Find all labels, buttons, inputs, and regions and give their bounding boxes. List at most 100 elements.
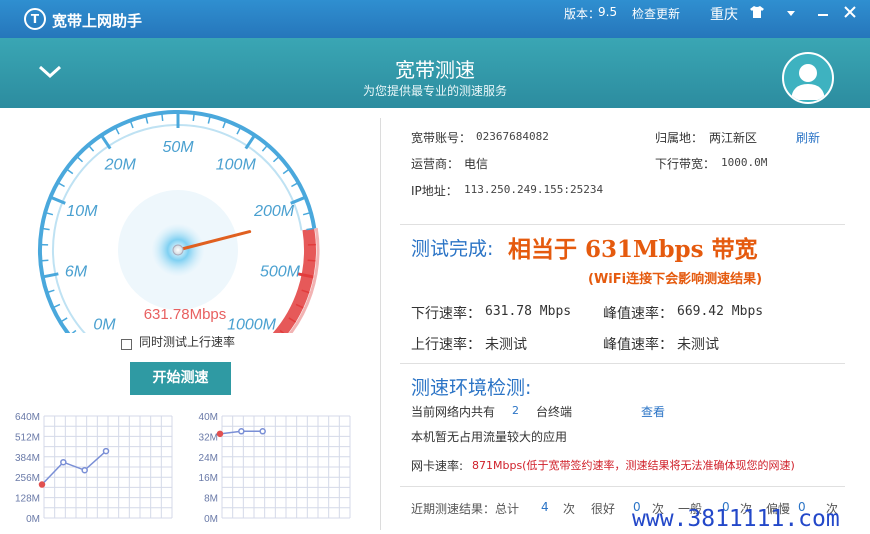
- chart-series-line: [41, 450, 107, 486]
- upload-history-chart: 40M 32M 24M 16M 8M 0M: [199, 412, 351, 525]
- wifi-note: (WiFi连接下会影响测速结果): [588, 272, 763, 287]
- devices-prefix: 当前网络内共有: [411, 405, 496, 419]
- app-title: 宽带上网助手: [52, 12, 143, 30]
- speed-gauge: 0M 6M 10M 20M 50M 100M 200M 500M 1000M 631.78Mbp…: [38, 110, 320, 333]
- city-label: 重庆: [710, 7, 738, 23]
- page-subtitle: 为您提供最专业的测速服务: [362, 84, 507, 98]
- version-label: 版本：: [564, 7, 601, 21]
- panel-divider: [380, 118, 381, 530]
- refresh-link[interactable]: 刷新: [796, 129, 820, 146]
- chart-tick-label: 24M: [199, 453, 218, 464]
- gauge-tick-label: 50M: [162, 139, 194, 156]
- gauge-tick-label: 500M: [260, 263, 301, 280]
- devices-suffix: 台终端: [536, 405, 573, 419]
- recent-label: 近期测速结果：总计: [411, 502, 520, 516]
- section-divider: [400, 486, 845, 487]
- version-value: 9.5: [598, 5, 618, 19]
- downlink-label: 下行带宽：: [655, 157, 716, 171]
- close-icon[interactable]: [839, 4, 861, 26]
- gauge-tick: [161, 112, 164, 121]
- location-label: 归属地：: [655, 131, 704, 145]
- result-summary: 相当于 631Mbps 带宽: [508, 236, 758, 263]
- upload-test-label: 同时测试上行速率: [139, 335, 236, 349]
- gauge-tick-label: 6M: [65, 263, 88, 280]
- chart-point: [60, 458, 67, 466]
- result-heading: 测试完成:: [411, 238, 494, 260]
- watermark: www.3811111.com: [632, 506, 840, 532]
- upload-test-checkbox[interactable]: [121, 339, 132, 350]
- chart-tick-label: 40M: [199, 412, 218, 423]
- recent-unit: 次: [563, 502, 576, 516]
- gauge-tick: [261, 144, 269, 152]
- chart-point: [259, 428, 266, 435]
- downlink-value: 1000.0M: [721, 156, 768, 169]
- up-rate-value: 未测试: [485, 337, 527, 353]
- gauge-tick: [76, 155, 84, 163]
- environment-heading: 测速环境检测:: [411, 377, 532, 399]
- download-history-chart: 640M 512M 384M 256M 128M 0M: [15, 412, 173, 525]
- up-rate-label: 上行速率：: [411, 337, 481, 353]
- chart-tick-label: 256M: [15, 473, 40, 484]
- gauge-tick: [100, 134, 112, 150]
- gauge-tick-label: 0M: [93, 317, 116, 333]
- chart-tick-label: 16M: [199, 473, 218, 484]
- gauge-hub: [172, 244, 184, 256]
- chart-tick-label: 0M: [204, 514, 218, 525]
- section-divider: [400, 224, 845, 225]
- gauge-tick: [40, 259, 49, 262]
- gauge-tick: [192, 112, 195, 121]
- chart-point: [216, 430, 224, 438]
- chart-point: [238, 428, 245, 435]
- peak-down-label: 峰值速率：: [603, 306, 673, 322]
- chart-tick-label: 8M: [204, 494, 218, 505]
- gauge-danger-arc: [272, 228, 316, 333]
- check-update-link[interactable]: 检查更新: [632, 5, 680, 22]
- gauge-tick: [272, 155, 280, 163]
- chart-tick-label: 128M: [15, 494, 40, 505]
- gauge-tick-label: 10M: [66, 203, 98, 220]
- gauge-tick: [282, 168, 291, 175]
- nic-label: 网卡速率:: [411, 459, 464, 473]
- gauge-tick: [71, 329, 77, 333]
- down-rate-value: 631.78 Mbps: [485, 304, 572, 319]
- user-avatar-icon[interactable]: [782, 52, 834, 104]
- location-value: 两江新区: [709, 131, 758, 145]
- isp-value: 电信: [464, 157, 489, 171]
- chart-tick-label: 0M: [26, 514, 40, 525]
- start-test-button[interactable]: 开始测速: [130, 362, 231, 395]
- account-value: 02367684082: [476, 130, 549, 143]
- recent-total[interactable]: 4: [541, 500, 549, 514]
- title-bar[interactable]: T 宽带上网助手 版本： 9.5 检查更新 重庆: [0, 0, 870, 38]
- devices-count: 2: [512, 404, 519, 417]
- recent-good-label: 很好: [591, 502, 616, 516]
- gauge-tick-label: 200M: [253, 203, 295, 220]
- shirt-icon[interactable]: [746, 4, 768, 26]
- down-rate-label: 下行速率：: [411, 306, 481, 322]
- chart-point: [102, 447, 110, 455]
- gauge-tick: [307, 259, 316, 262]
- gauge-reading: 631.78Mbps: [144, 306, 227, 323]
- isp-label: 运营商：: [411, 157, 460, 171]
- view-devices-link[interactable]: 查看: [641, 403, 665, 420]
- chart-point: [81, 466, 88, 474]
- account-label: 宽带账号：: [411, 131, 472, 145]
- gauge-tick-label: 100M: [216, 157, 257, 174]
- minimize-icon[interactable]: [812, 4, 834, 26]
- ip-label: IP地址：: [411, 184, 458, 198]
- chart-tick-label: 32M: [199, 432, 218, 443]
- gauge-tick-label: 1000M: [227, 317, 277, 333]
- page-title: 宽带测速: [395, 58, 475, 82]
- chevron-down-icon[interactable]: [780, 4, 802, 26]
- section-divider: [400, 363, 845, 364]
- chart-tick-label: 384M: [15, 453, 40, 464]
- gauge-tick: [65, 168, 74, 175]
- peak-up-value: 未测试: [677, 337, 719, 353]
- gauge-tick-label: 20M: [104, 157, 137, 174]
- app-logo-icon: T: [24, 8, 46, 30]
- app-window: T 宽带上网助手 版本： 9.5 检查更新 重庆 宽带测速 为您提供最专业的测速…: [0, 0, 870, 534]
- header-banner: 宽带测速 为您提供最专业的测速服务: [0, 38, 870, 108]
- gauge-tick: [87, 144, 95, 152]
- chart-point: [38, 481, 46, 488]
- peak-down-value: 669.42 Mbps: [677, 304, 764, 319]
- app-usage-note: 本机暂无占用流量较大的应用: [411, 430, 568, 444]
